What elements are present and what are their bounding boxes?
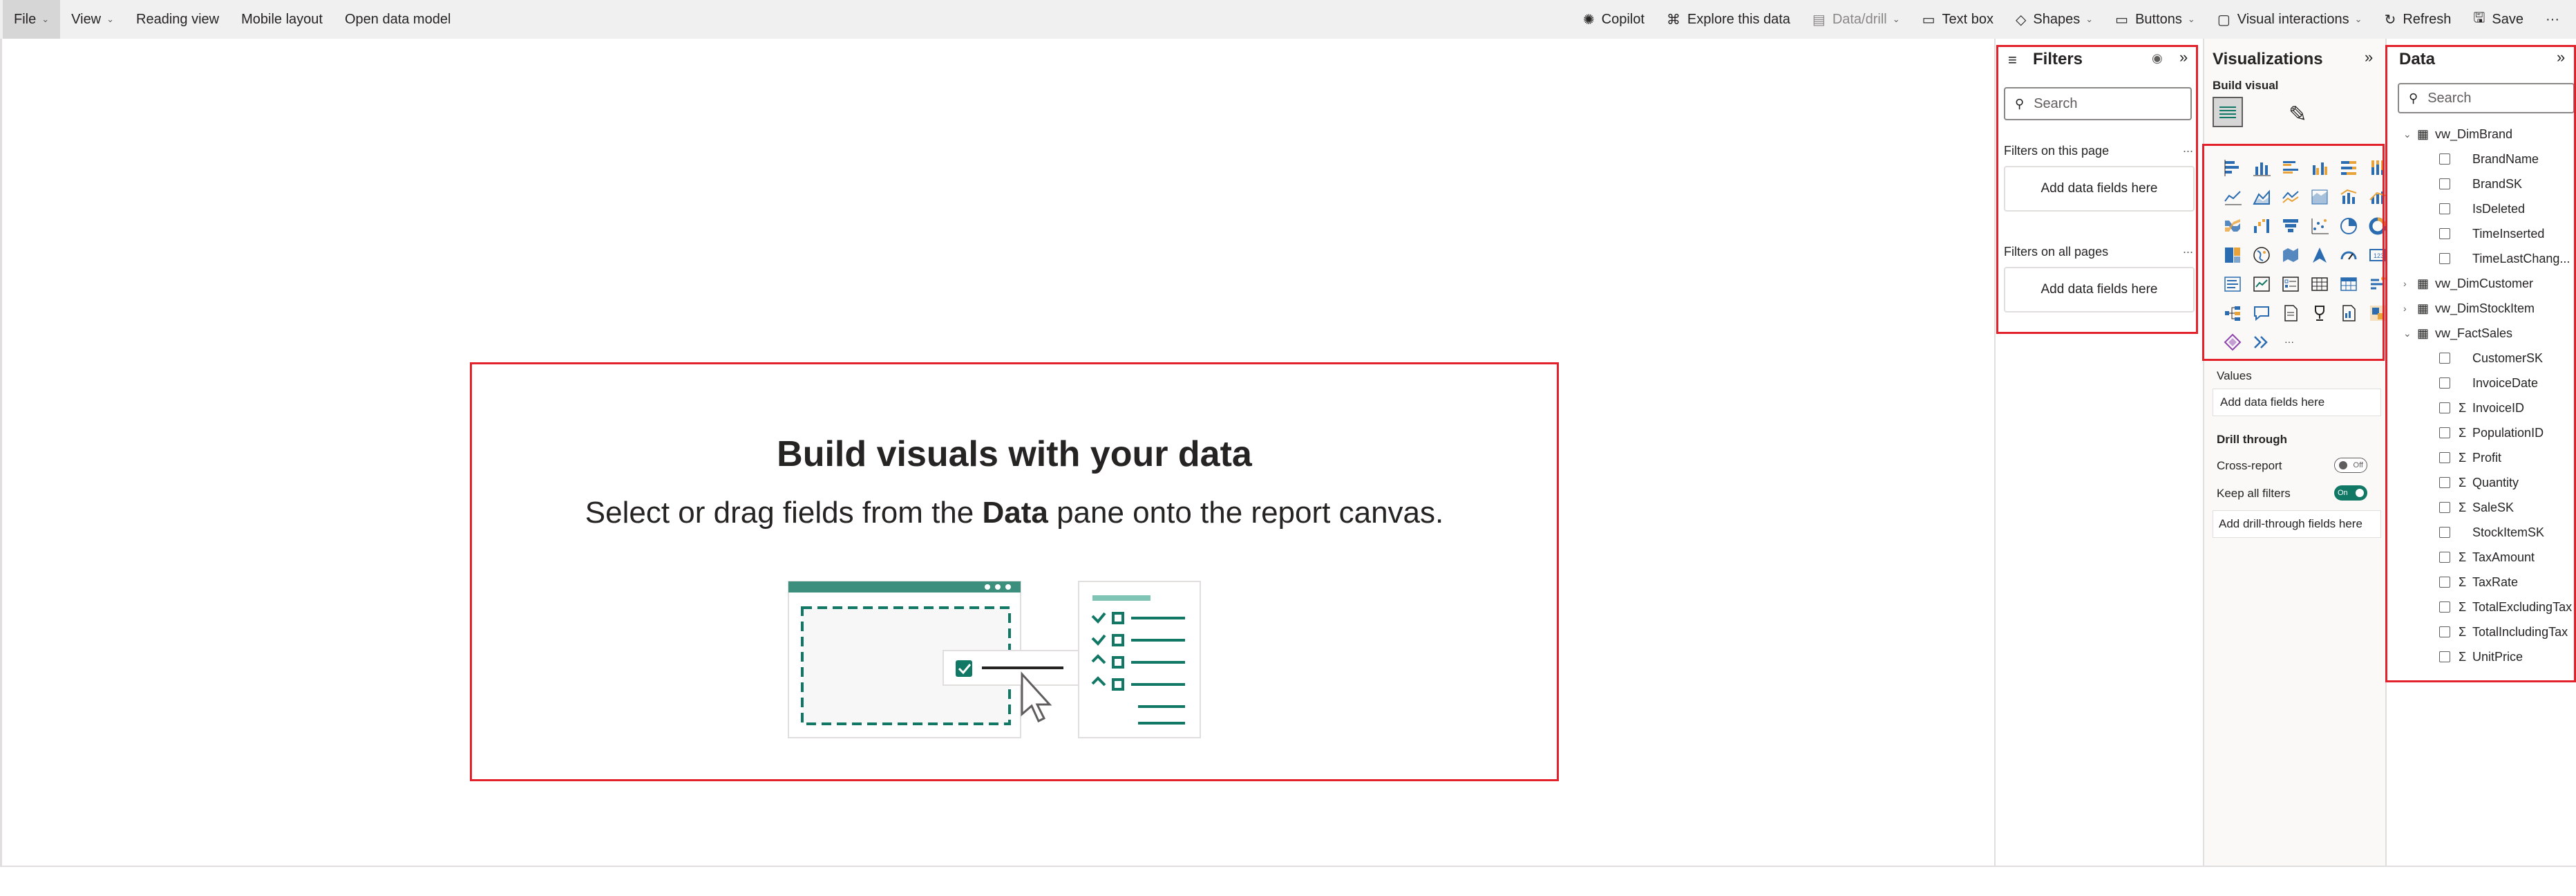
toolbar-right-group: ✺ Copilot ⌘ Explore this data ▤ Data/drill ⌄ ▭ T… [1572,0,2576,39]
toolbar-label: Explore this data [1687,11,1790,27]
toolbar-buttons-button[interactable]: ▭ Buttons ⌄ [2104,0,2206,39]
toolbar-label: Buttons [2135,11,2182,27]
toolbar-more-button[interactable]: ··· [2535,0,2570,39]
keep-all-filters-toggle[interactable]: On [2334,485,2367,501]
toolbar-explore-this-data-button[interactable]: ⌘ Explore this data [1656,0,1801,39]
data-drill-icon: ▤ [1812,12,1826,28]
build-visual-icon [2219,106,2236,118]
subtitle-post: pane onto the report canvas. [1048,496,1444,530]
drag-fields-illustration [788,581,1201,738]
visualizations-title: Visualizations [2213,50,2323,68]
build-visual-label: Build visual [2213,79,2279,92]
shapes-icon: ◇ [2016,12,2027,28]
chevron-down-icon: ⌄ [1892,14,1900,24]
toolbar-label: Text box [1942,11,1994,27]
collapse-visualizations-icon[interactable]: » [2365,48,2373,66]
toolbar-file-button[interactable]: File ⌄ [3,0,61,39]
chevron-down-icon: ⌄ [2187,14,2195,24]
values-field-well[interactable]: Add data fields here [2213,389,2381,416]
toolbar-label: Shapes [2033,11,2081,27]
binoculars-icon: ⌘ [1666,12,1680,28]
refresh-icon: ↻ [2384,12,2396,28]
keep-all-filters-state: On [2338,489,2348,497]
toolbar-save-button[interactable]: 🖫 Save [2462,0,2535,39]
toolbar-label: Visual interactions [2237,11,2349,27]
filters-highlight [1996,45,2198,334]
visual-interactions-icon: ▢ [2217,12,2231,28]
cross-report-state: Off [2353,461,2363,469]
values-label: Values [2217,369,2252,382]
chevron-down-icon: ⌄ [41,14,50,24]
ribbon-toolbar: File ⌄ View ⌄ Reading view Mobile layout Open … [0,0,2576,39]
data-pane-highlight [2385,45,2576,682]
chevron-down-icon: ⌄ [2354,14,2362,24]
cross-report-label: Cross-report [2217,459,2282,472]
subtitle-bold: Data [982,496,1048,530]
toolbar-label: Copilot [1601,11,1645,27]
toolbar-label: Open data model [344,11,451,27]
drill-through-field-well[interactable]: Add drill-through fields here [2213,510,2381,538]
toolbar-mobile-layout-button[interactable]: Mobile layout [230,0,334,39]
cross-report-toggle[interactable]: Off [2334,458,2367,473]
keep-all-filters-label: Keep all filters [2217,487,2291,500]
toolbar-label: ··· [2546,11,2559,27]
subtitle-pre: Select or drag fields from the [585,496,983,530]
toolbar-view-button[interactable]: View ⌄ [60,0,125,39]
drill-through-heading: Drill through [2217,433,2287,446]
copilot-icon: ✺ [1582,12,1595,28]
toolbar-data-drill-button[interactable]: ▤ Data/drill ⌄ [1801,0,1911,39]
toolbar-label: File [14,11,37,27]
chevron-down-icon: ⌄ [106,14,115,24]
toolbar-refresh-button[interactable]: ↻ Refresh [2374,0,2463,39]
toolbar-text-box-button[interactable]: ▭ Text box [1911,0,2005,39]
visual-types-highlight [2202,144,2385,361]
toolbar-label: Mobile layout [241,11,323,27]
toolbar-shapes-button[interactable]: ◇ Shapes ⌄ [2005,0,2104,39]
toolbar-visual-interactions-button[interactable]: ▢ Visual interactions ⌄ [2206,0,2374,39]
empty-canvas-placeholder: Build visuals with your data Select or d… [470,362,1559,781]
toolbar-reading-view-button[interactable]: Reading view [125,0,230,39]
page-tabs-strip [0,866,2576,896]
toolbar-label: Refresh [2403,11,2452,27]
text-box-icon: ▭ [1922,12,1935,28]
toolbar-left-group: File ⌄ View ⌄ Reading view Mobile layout Open … [0,0,462,39]
toolbar-open-data-model-button[interactable]: Open data model [334,0,462,39]
chevron-down-icon: ⌄ [2085,14,2094,24]
toolbar-label: Save [2492,11,2524,27]
build-visual-tab[interactable] [2213,97,2243,127]
toolbar-copilot-button[interactable]: ✺ Copilot [1572,0,1656,39]
empty-canvas-title: Build visuals with your data [777,434,1252,474]
toolbar-label: View [71,11,102,27]
toolbar-label: Data/drill [1832,11,1887,27]
save-icon: 🖫 [2473,10,2485,26]
buttons-icon: ▭ [2115,12,2129,28]
toggle-knob [2356,489,2364,497]
format-visual-icon[interactable]: ✎ [2289,101,2307,127]
toolbar-label: Reading view [136,11,220,27]
toggle-knob [2339,461,2347,469]
empty-canvas-subtitle: Select or drag fields from the Data pane… [472,496,1557,530]
